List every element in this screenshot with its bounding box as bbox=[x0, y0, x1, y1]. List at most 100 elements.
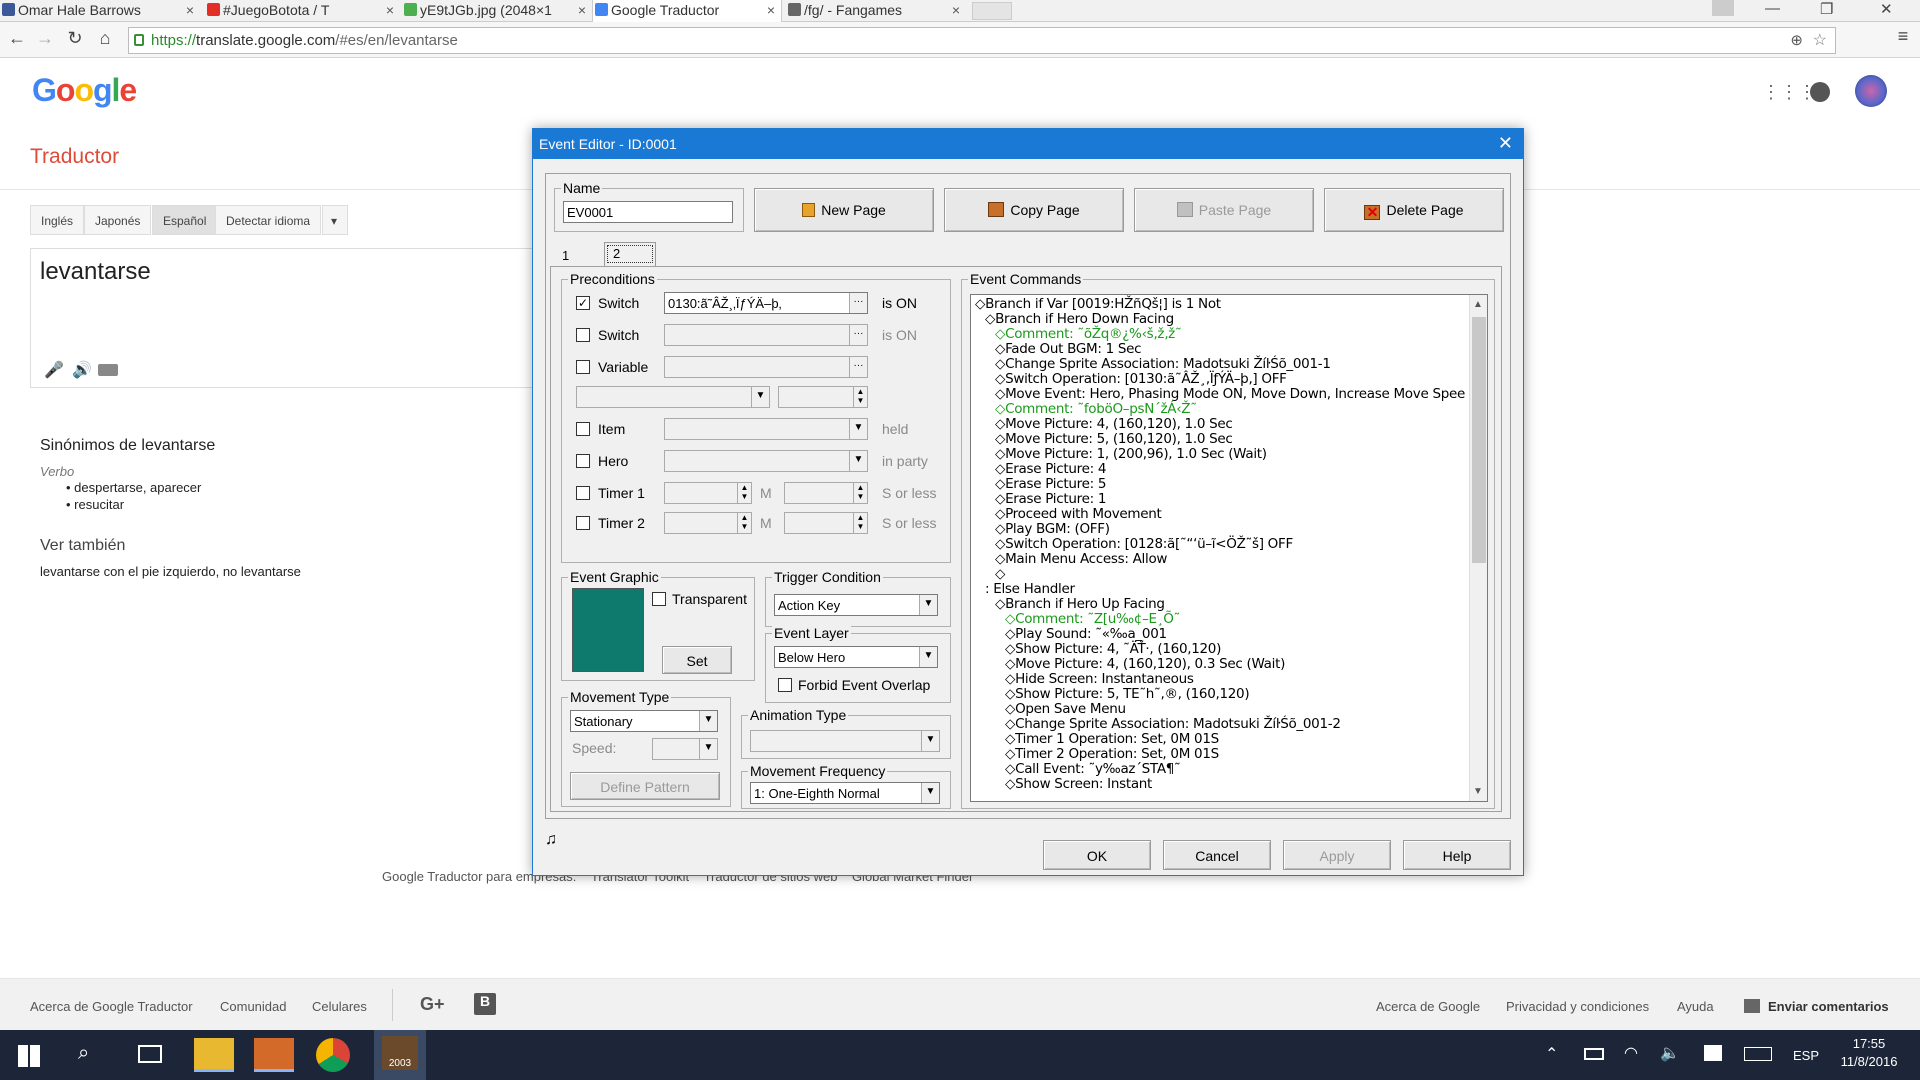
event-command-row[interactable]: ◇Branch if Hero Down Facing bbox=[975, 312, 1465, 327]
battery-icon[interactable] bbox=[1584, 1048, 1604, 1060]
notifications-icon[interactable] bbox=[1810, 82, 1830, 102]
forbid-overlap-checkbox[interactable] bbox=[778, 678, 792, 692]
footer-link[interactable]: Privacidad y condiciones bbox=[1506, 999, 1649, 1014]
timer1-minutes-spinner[interactable]: ▲ ▼ bbox=[664, 482, 752, 504]
file-explorer-icon[interactable] bbox=[194, 1038, 234, 1072]
language-indicator[interactable]: ESP bbox=[1793, 1048, 1819, 1063]
event-command-row[interactable]: : Else Handler bbox=[975, 582, 1465, 597]
variable-value-spinner[interactable]: ▲ ▼ bbox=[778, 386, 868, 408]
google-plus-icon[interactable]: G+ bbox=[420, 994, 445, 1015]
footer-link[interactable]: Acerca de Google Traductor bbox=[30, 999, 193, 1014]
event-command-row[interactable]: ◇Play BGM: (OFF) bbox=[975, 522, 1465, 537]
search-icon[interactable]: ⌕ bbox=[78, 1042, 89, 1065]
close-icon[interactable]: × bbox=[952, 2, 960, 18]
event-command-row[interactable]: ◇Move Picture: 5, (160,120), 1.0 Sec bbox=[975, 432, 1465, 447]
scroll-down-icon[interactable]: ▼ bbox=[1473, 786, 1483, 797]
variable-compare-select[interactable]: ▼ bbox=[576, 386, 770, 408]
tab-facebook[interactable]: Omar Hale Barrows × bbox=[0, 0, 200, 22]
close-icon[interactable]: × bbox=[578, 2, 586, 18]
action-center-icon[interactable] bbox=[1704, 1045, 1722, 1061]
set-graphic-button[interactable]: Set bbox=[662, 646, 732, 674]
event-command-row[interactable]: ◇Change Sprite Association: Madotsuki Ží… bbox=[975, 717, 1465, 732]
source-text[interactable]: levantarse bbox=[40, 258, 151, 286]
footer-link[interactable]: Ayuda bbox=[1677, 999, 1714, 1014]
reload-icon[interactable]: ↻ bbox=[64, 28, 86, 49]
keyboard-icon[interactable] bbox=[98, 364, 118, 376]
event-command-row[interactable]: ◇Move Event: Hero, Phasing Mode ON, Move… bbox=[975, 387, 1465, 402]
scroll-up-icon[interactable]: ▲ bbox=[1473, 299, 1483, 310]
movement-type-select[interactable]: Stationary ▼ bbox=[570, 710, 718, 732]
zoom-icon[interactable]: ⊕ bbox=[1790, 31, 1803, 49]
chevron-down-icon[interactable]: ▼ bbox=[921, 783, 939, 803]
event-layer-select[interactable]: Below Hero ▼ bbox=[774, 646, 938, 668]
event-command-row[interactable]: ◇Play Sound: ˜«‰a_001 bbox=[975, 627, 1465, 642]
media-player-icon[interactable] bbox=[254, 1038, 294, 1072]
star-icon[interactable]: ☆ bbox=[1813, 30, 1827, 50]
event-command-row[interactable]: ◇ bbox=[975, 567, 1465, 582]
chevron-down-icon[interactable]: ▼ bbox=[699, 711, 717, 731]
chevron-down-icon[interactable]: ▼ bbox=[699, 739, 717, 759]
item-checkbox[interactable] bbox=[576, 422, 590, 436]
hero-checkbox[interactable] bbox=[576, 454, 590, 468]
window-close-icon[interactable]: ✕ bbox=[1880, 0, 1893, 18]
speaker-icon[interactable]: 🔊 bbox=[72, 360, 92, 380]
volume-icon[interactable]: 🔈 bbox=[1660, 1043, 1680, 1063]
spinner-arrows-icon[interactable]: ▲ ▼ bbox=[737, 483, 751, 503]
event-command-row[interactable]: ◇Move Picture: 4, (160,120), 1.0 Sec bbox=[975, 417, 1465, 432]
timer2-minutes-spinner[interactable]: ▲ ▼ bbox=[664, 512, 752, 534]
ellipsis-icon[interactable]: ··· bbox=[849, 357, 867, 377]
timer2-seconds-spinner[interactable]: ▲ ▼ bbox=[784, 512, 868, 534]
blogger-icon[interactable]: B bbox=[474, 993, 496, 1015]
switch1-field[interactable]: 0130:ã˜ÂŽ¸‚ÏƒÝÄ–þ‚ ··· bbox=[664, 292, 868, 314]
lang-tab-ingles[interactable]: Inglés bbox=[30, 205, 85, 235]
switch2-checkbox[interactable] bbox=[576, 328, 590, 342]
task-view-icon[interactable] bbox=[138, 1045, 162, 1063]
event-command-row[interactable]: ◇Open Save Menu bbox=[975, 702, 1465, 717]
forward-icon[interactable]: → bbox=[34, 28, 56, 49]
event-command-row[interactable]: ◇Erase Picture: 4 bbox=[975, 462, 1465, 477]
spinner-arrows-icon[interactable]: ▲ ▼ bbox=[853, 387, 867, 407]
switch1-checkbox[interactable]: ✓ bbox=[576, 296, 590, 310]
dialog-titlebar[interactable]: Event Editor - ID:0001 ✕ bbox=[533, 129, 1523, 159]
event-command-row[interactable]: ◇Comment: ˜õŽq®¿%‹š‚ž‚ž˜ bbox=[975, 327, 1465, 342]
tab-youtube[interactable]: #JuegoBotota / T × bbox=[205, 0, 400, 22]
lang-tab-espanol[interactable]: Español bbox=[152, 205, 218, 235]
send-feedback-link[interactable]: Enviar comentarios bbox=[1768, 999, 1889, 1014]
event-command-row[interactable]: ◇Switch Operation: [0130:ã˜ÂŽ¸‚ÏƒÝÄ–þ‚] … bbox=[975, 372, 1465, 387]
apps-grid-icon[interactable]: ⋮⋮⋮ bbox=[1762, 82, 1816, 103]
close-icon[interactable]: × bbox=[767, 2, 775, 18]
chevron-down-icon[interactable]: ▼ bbox=[919, 595, 937, 615]
close-icon[interactable]: × bbox=[386, 2, 394, 18]
see-also-links[interactable]: levantarse con el pie izquierdo, no leva… bbox=[40, 564, 301, 579]
new-page-button[interactable]: New Page bbox=[754, 188, 934, 232]
synonym-text[interactable]: despertarse, aparecer bbox=[74, 480, 201, 495]
apply-button[interactable]: Apply bbox=[1283, 840, 1391, 870]
event-command-row[interactable]: ◇Erase Picture: 5 bbox=[975, 477, 1465, 492]
event-command-row[interactable]: ◇Show Picture: 4, ˜ÄŤ·, (160,120) bbox=[975, 642, 1465, 657]
event-command-row[interactable]: ◇Hide Screen: Instantaneous bbox=[975, 672, 1465, 687]
ok-button[interactable]: OK bbox=[1043, 840, 1151, 870]
delete-page-button[interactable]: ✕ Delete Page bbox=[1324, 188, 1504, 232]
event-command-row[interactable]: ◇Move Picture: 1, (200,96), 1.0 Sec (Wai… bbox=[975, 447, 1465, 462]
footer-link[interactable]: Comunidad bbox=[220, 999, 287, 1014]
synonym-item[interactable]: • resucitar bbox=[66, 497, 124, 512]
trigger-condition-select[interactable]: Action Key ▼ bbox=[774, 594, 938, 616]
timer1-seconds-spinner[interactable]: ▲ ▼ bbox=[784, 482, 868, 504]
chrome-icon[interactable] bbox=[316, 1038, 350, 1072]
event-command-row[interactable]: ◇Timer 2 Operation: Set, 0M 01S bbox=[975, 747, 1465, 762]
footer-link[interactable]: Celulares bbox=[312, 999, 367, 1014]
event-command-row[interactable]: ◇Show Screen: Instant bbox=[975, 777, 1465, 792]
event-command-row[interactable]: ◇Timer 1 Operation: Set, 0M 01S bbox=[975, 732, 1465, 747]
chevron-down-icon[interactable]: ▼ bbox=[919, 647, 937, 667]
event-command-row[interactable]: ◇Proceed with Movement bbox=[975, 507, 1465, 522]
url-input[interactable]: https://translate.google.com/#es/en/leva… bbox=[128, 27, 1836, 54]
event-command-row[interactable]: ◇Switch Operation: [0128:ã[˜“‘ü–ĩ<ÖŽ˜š] … bbox=[975, 537, 1465, 552]
item-select[interactable]: ▼ bbox=[664, 418, 868, 440]
close-icon[interactable]: × bbox=[186, 2, 194, 18]
spinner-arrows-icon[interactable]: ▲ ▼ bbox=[737, 513, 751, 533]
name-input[interactable]: EV0001 bbox=[563, 201, 733, 223]
help-button[interactable]: Help bbox=[1403, 840, 1511, 870]
transparent-checkbox[interactable] bbox=[652, 592, 666, 606]
footer-link[interactable]: Acerca de Google bbox=[1376, 999, 1480, 1014]
cancel-button[interactable]: Cancel bbox=[1163, 840, 1271, 870]
